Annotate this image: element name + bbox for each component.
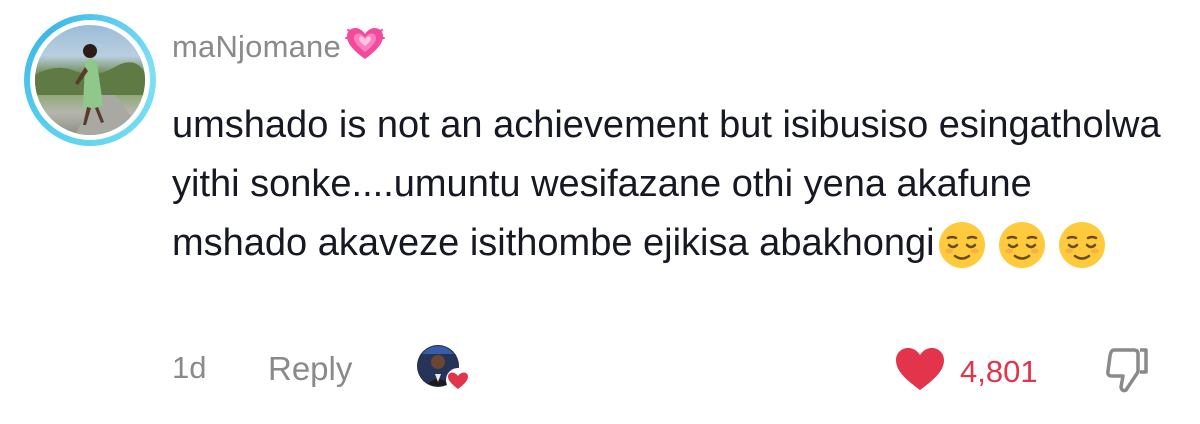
user-avatar[interactable] [24,14,156,146]
emoji-group [937,220,1107,270]
heart-filled-icon[interactable] [894,346,946,397]
username[interactable]: maNjomane [172,29,341,65]
like-count: 4,801 [960,353,1038,389]
like-group: 4,801 [894,346,1038,397]
avatar-photo [35,25,145,135]
creator-liked-indicator [416,344,472,396]
username-row: maNjomane [172,26,385,67]
comment-text: umshado is not an achievement but isibus… [172,96,1172,273]
comment-actions: 1d Reply 4,801 [172,344,1162,396]
relieved-face-icon [1058,221,1105,268]
comment-timestamp: 1d [172,350,207,385]
thumbs-down-icon[interactable] [1104,346,1150,399]
relieved-face-icon [938,221,985,268]
avatar-image [35,44,145,135]
reply-button[interactable]: Reply [268,350,352,388]
growing-heart-icon [344,26,385,67]
relieved-face-icon [998,221,1045,268]
heart-icon [446,368,470,392]
